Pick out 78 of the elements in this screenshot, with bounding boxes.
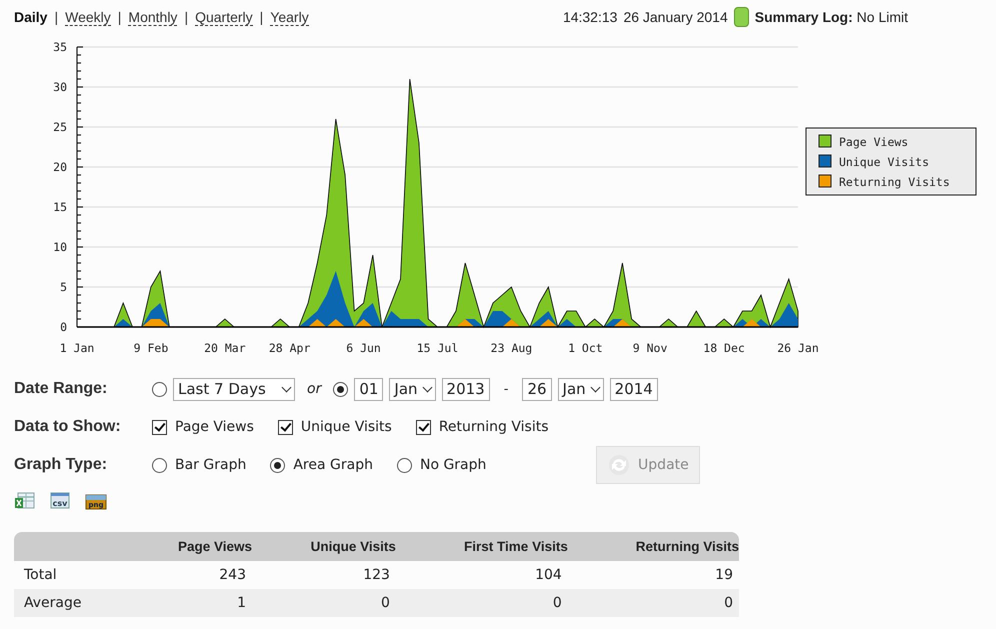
column-header: Returning Visits <box>568 532 739 561</box>
radio-button[interactable] <box>152 458 167 472</box>
table-cell: 0 <box>568 589 739 617</box>
x-tick-label: 1 Jan <box>60 341 94 355</box>
period-tab[interactable]: Weekly <box>65 8 111 26</box>
legend-label: Unique Visits <box>839 155 930 169</box>
row-header: Total <box>14 561 126 589</box>
y-tick-label: 20 <box>53 160 67 174</box>
option-label: Returning Visits <box>438 419 549 435</box>
radio-button[interactable] <box>333 382 348 396</box>
separator: | <box>184 9 188 25</box>
x-tick-label: 9 Nov <box>632 341 668 355</box>
table-cell: 19 <box>568 561 739 589</box>
checkbox[interactable] <box>278 420 293 434</box>
option-label: Bar Graph <box>175 457 246 473</box>
month-dropdown[interactable]: Jan <box>389 378 436 400</box>
period-tab[interactable]: Quarterly <box>195 8 253 26</box>
y-tick-label: 0 <box>60 320 67 334</box>
database-icon <box>734 7 749 27</box>
x-tick-label: 6 Jun <box>346 341 381 355</box>
y-tick-label: 35 <box>53 40 67 54</box>
clock-time: 14:32:13 <box>562 9 618 25</box>
period-tab[interactable]: Monthly <box>128 8 178 26</box>
x-tick-label: 26 Jan <box>777 341 819 355</box>
month-dropdown[interactable]: Jan <box>558 378 604 400</box>
column-header: Unique Visits <box>252 532 396 561</box>
legend-label: Returning Visits <box>839 175 950 189</box>
separator: | <box>54 9 58 25</box>
row-header: Average <box>14 589 126 617</box>
year-field[interactable]: 2014 <box>610 378 658 400</box>
range-dash: - <box>504 382 508 396</box>
period-tab[interactable]: Daily <box>14 9 48 25</box>
checkbox[interactable] <box>152 420 167 434</box>
y-tick-label: 25 <box>53 120 67 134</box>
x-tick-label: 9 Feb <box>134 341 168 355</box>
field-label: Graph Type: <box>14 456 108 474</box>
day-field[interactable]: 01 <box>354 378 384 400</box>
summary-log: Summary Log: No Limit <box>754 9 908 25</box>
option-label: No Graph <box>420 457 486 473</box>
legend-label: Page Views <box>839 135 908 149</box>
or-text: or <box>307 381 322 397</box>
checkbox[interactable] <box>416 420 431 434</box>
separator: | <box>118 9 122 25</box>
table-cell: 243 <box>125 561 252 589</box>
spreadsheet-icon[interactable] <box>14 492 36 510</box>
x-tick-label: 15 Jul <box>416 341 458 355</box>
table-cell: 104 <box>396 561 568 589</box>
current-date: 26 January 2014 <box>623 9 728 25</box>
x-tick-label: 28 Apr <box>268 341 310 355</box>
x-tick-label: 18 Dec <box>703 341 745 355</box>
year-field[interactable]: 2013 <box>442 378 490 400</box>
field-label: Date Range: <box>14 380 108 398</box>
column-header: Page Views <box>125 532 252 561</box>
option-label: Area Graph <box>293 457 373 473</box>
table-cell: 1 <box>125 589 252 617</box>
y-tick-label: 5 <box>60 280 67 294</box>
x-tick-label: 23 Aug <box>490 341 532 355</box>
day-field[interactable]: 26 <box>522 378 552 400</box>
radio-button[interactable] <box>396 458 412 472</box>
refresh-icon <box>608 454 630 476</box>
range-dropdown[interactable]: Last 7 Days <box>173 378 295 400</box>
radio-button[interactable] <box>270 458 286 472</box>
csv-file-icon[interactable]: csv <box>48 492 72 510</box>
y-tick-label: 10 <box>53 240 67 254</box>
y-tick-label: 30 <box>53 80 67 94</box>
field-label: Data to Show: <box>14 418 122 436</box>
y-tick-label: 15 <box>53 200 67 214</box>
x-tick-label: 20 Mar <box>204 341 246 355</box>
period-tab[interactable]: Yearly <box>270 8 309 26</box>
separator: | <box>260 9 264 25</box>
column-header: First Time Visits <box>396 532 568 561</box>
table-cell: 0 <box>252 589 396 617</box>
radio-button[interactable] <box>152 382 167 396</box>
option-label: Unique Visits <box>300 419 392 435</box>
table-cell: 0 <box>396 589 568 617</box>
x-tick-label: 1 Oct <box>568 341 603 355</box>
option-label: Page Views <box>175 419 254 435</box>
table-cell: 123 <box>252 561 396 589</box>
